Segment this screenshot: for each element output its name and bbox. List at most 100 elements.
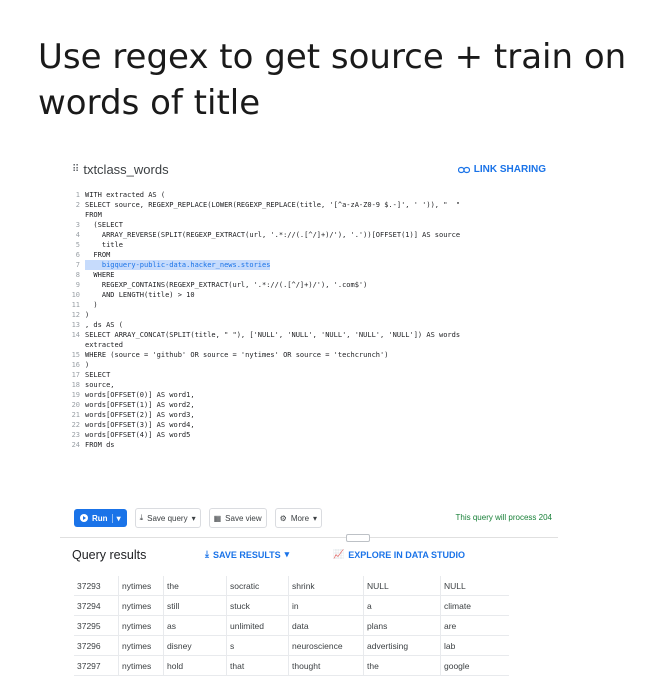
code-text: WHERE [85,271,115,279]
code-text: extracted [85,341,123,349]
code-line[interactable]: 11 ) [64,300,558,310]
table-row[interactable]: 37294 nytimes still stuck in a climate [74,595,509,616]
line-number [64,340,85,350]
table-cell: unlimited [226,615,289,636]
drag-indicator-icon[interactable]: ⠿ [72,164,79,175]
process-estimate: This query will process 204 [455,513,552,522]
code-text: words[OFFSET(4)] AS word5 [85,431,191,439]
save-query-dropdown-icon[interactable]: ▾ [192,514,196,523]
code-line[interactable]: 1 WITH extracted AS ( [64,190,558,200]
code-text: FROM ds [85,441,115,449]
query-name[interactable]: txtclass_words [83,162,168,177]
code-line[interactable]: 4 ARRAY_REVERSE(SPLIT(REGEXP_EXTRACT(url… [64,230,558,240]
table-cell: advertising [363,635,441,656]
run-label: Run [92,513,108,523]
table-cell: a [363,595,441,616]
table-cell: lab [440,635,509,656]
chart-icon: 📈 [333,549,345,559]
table-cell: the [163,576,227,596]
code-line[interactable]: FROM [64,210,558,220]
link-icon [457,166,470,173]
code-text: source, [85,381,115,389]
code-line[interactable]: extracted [64,340,558,350]
code-text: FROM [85,211,102,219]
editor-header: ⠿ txtclass_words LINK SHARING [60,152,558,186]
table-cell: data [288,615,364,636]
table-cell: google [440,655,509,676]
more-dropdown-icon: ▾ [313,513,318,523]
code-line[interactable]: 20 words[OFFSET(1)] AS word2, [64,400,558,410]
code-line[interactable]: 21 words[OFFSET(2)] AS word3, [64,410,558,420]
query-toolbar: Run ▾ ⤓ Save query ▾ ▦ Save view ⚙ More … [74,507,558,529]
table-row[interactable]: 37296 nytimes disney s neuroscience advertisi… [74,635,509,656]
line-number: 17 [71,371,80,379]
code-line[interactable]: 15 WHERE (source = 'github' OR source = '… [64,350,558,360]
table-cell: 37295 [74,615,119,636]
code-line[interactable]: 23 words[OFFSET(4)] AS word5 [64,430,558,440]
code-line[interactable]: 13 , ds AS ( [64,320,558,330]
results-header: Query results ⤓ SAVE RESULTS ▾ 📈 EXPLORE… [60,534,558,572]
code-line[interactable]: 14 SELECT ARRAY_CONCAT(SPLIT(title, " "),… [64,330,558,340]
bigquery-panel: ⠿ txtclass_words LINK SHARING 1 WITH extr… [60,152,558,680]
run-button[interactable]: Run ▾ [74,509,127,527]
code-line[interactable]: 9 REGEXP_CONTAINS(REGEXP_EXTRACT(url, '.… [64,280,558,290]
table-cell: NULL [440,576,509,596]
code-line[interactable]: 19 words[OFFSET(0)] AS word1, [64,390,558,400]
code-line[interactable]: 5 title [64,240,558,250]
line-number: 8 [75,271,80,279]
code-line[interactable]: 12) [64,310,558,320]
table-cell: nytimes [118,576,164,596]
table-cell: 37297 [74,655,119,676]
line-number: 11 [71,301,80,309]
save-query-button[interactable]: ⤓ Save query ▾ [134,508,201,528]
resize-handle[interactable] [346,534,370,542]
line-number: 7 [75,261,80,269]
code-text: words[OFFSET(3)] AS word4, [85,421,195,429]
code-text: ) [85,311,90,319]
table-cell: nytimes [118,655,164,676]
download-icon: ⤓ [205,549,209,559]
line-number: 5 [75,241,80,249]
table-row[interactable]: 37295 nytimes as unlimited data plans are [74,615,509,636]
table-cell: 37294 [74,595,119,616]
code-line[interactable]: 17 SELECT [64,370,558,380]
code-line[interactable]: 16) [64,360,558,370]
more-label: More [290,513,310,523]
code-line[interactable]: 6 FROM [64,250,558,260]
code-text: ARRAY_REVERSE(SPLIT(REGEXP_EXTRACT(url, … [85,231,461,239]
table-row[interactable]: 37293 nytimes the socratic shrink NULL NULL [74,576,509,596]
save-results-button[interactable]: ⤓ SAVE RESULTS ▾ [205,549,289,560]
link-sharing-label: LINK SHARING [473,164,546,175]
code-text: words[OFFSET(1)] AS word2, [85,401,195,409]
link-sharing-button[interactable]: LINK SHARING [457,164,546,175]
line-number: 13 [71,321,80,329]
results-table: 37293 nytimes the socratic shrink NULL NULL 372… [74,576,509,676]
line-number [64,210,85,220]
code-line[interactable]: 3 (SELECT [64,220,558,230]
table-cell: nytimes [118,635,164,656]
more-button[interactable]: ⚙ More ▾ [274,508,323,528]
code-line[interactable]: 8 WHERE [64,270,558,280]
code-text: ) [85,361,90,369]
table-cell: hold [163,655,227,676]
code-line[interactable]: 7 bigquery-public-data.hacker_news.stori… [64,260,558,270]
code-line[interactable]: 2 SELECT source, REGEXP_REPLACE(LOWER(REG… [64,200,558,210]
code-text: REGEXP_CONTAINS(REGEXP_EXTRACT(url, '.*:… [85,281,368,289]
play-icon [80,514,88,522]
table-cell: climate [440,595,509,616]
explore-data-studio-button[interactable]: 📈 EXPLORE IN DATA STUDIO [333,549,465,560]
sql-editor[interactable]: 1 WITH extracted AS (2 SELECT source, REGE… [64,190,558,450]
code-line[interactable]: 18 source, [64,380,558,390]
code-text: title [85,241,123,249]
table-cell: nytimes [118,595,164,616]
line-number: 4 [75,231,80,239]
table-row[interactable]: 37297 nytimes hold that thought the google [74,655,509,676]
save-view-button[interactable]: ▦ Save view [208,508,267,528]
code-line[interactable]: 10 AND LENGTH(title) > 10 [64,290,558,300]
run-dropdown-icon[interactable]: ▾ [111,513,121,523]
code-line[interactable]: 22 words[OFFSET(3)] AS word4, [64,420,558,430]
code-line[interactable]: 24 FROM ds [64,440,558,450]
line-number: 9 [75,281,80,289]
table-cell: plans [363,615,441,636]
code-text-highlighted: bigquery-public-data.hacker_news.stories [85,260,271,270]
